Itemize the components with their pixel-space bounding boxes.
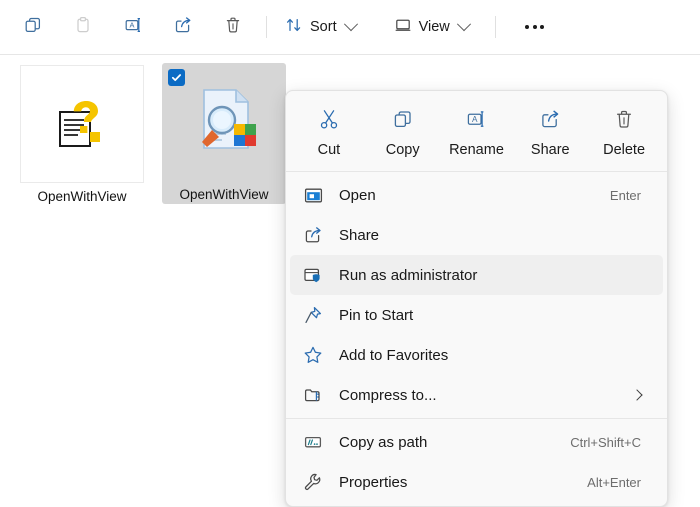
toolbar-view-button[interactable]: View [384,10,479,44]
help-document-icon [59,101,100,147]
zip-folder-icon [301,385,325,405]
toolbar-divider-2 [494,16,496,38]
share-icon [301,225,325,245]
svg-text:A: A [472,115,478,124]
context-item-label: Share [339,226,380,244]
file-name-label: OpenWithView [37,189,127,204]
context-delete-button[interactable]: Delete [592,103,656,162]
toolbar-see-more-button[interactable] [510,10,560,44]
copy-icon [23,15,43,40]
context-item-run-as-administrator[interactable]: Run as administrator [290,255,663,295]
context-copy-label: Copy [385,142,420,158]
context-item-label: Open [339,186,376,204]
context-rename-button[interactable]: A Rename [444,103,508,162]
view-icon [394,16,412,39]
context-item-shortcut: Alt+Enter [587,474,641,490]
context-item-label: Run as administrator [339,266,478,284]
explorer-toolbar: A Sort View [0,0,700,55]
context-cut-button[interactable]: Cut [297,103,361,162]
svg-text:A: A [129,20,134,29]
context-share-button[interactable]: Share [518,103,582,162]
rename-icon: A [465,108,488,135]
file-name-label: OpenWithView [179,187,269,202]
pin-icon [301,305,325,325]
context-item-label: Pin to Start [339,306,414,324]
toolbar-share-button[interactable] [158,10,208,44]
file-thumbnail [20,65,144,183]
context-item-label: Properties [339,473,408,491]
toolbar-view-label: View [418,19,450,35]
file-thumbnail [162,63,286,181]
context-item-compress-to[interactable]: Compress to... [290,375,663,415]
path-box-icon [301,432,325,452]
context-item-label: Copy as path [339,433,428,451]
delete-icon [223,15,243,40]
sort-icon [285,16,303,39]
chevron-down-icon [343,17,358,32]
context-item-label: Add to Favorites [339,346,449,364]
toolbar-copy-button[interactable] [8,10,58,44]
paste-icon [73,15,93,40]
rename-icon: A [123,15,144,40]
toolbar-sort-label: Sort [310,19,337,35]
context-item-open[interactable]: Open Enter [290,175,663,215]
context-item-label: Compress to... [339,386,437,404]
context-menu-separator [286,171,667,172]
context-item-add-to-favorites[interactable]: Add to Favorites [290,335,663,375]
star-icon [301,345,325,365]
context-menu-icon-row: Cut Copy A Rename Share Delete [286,95,667,168]
toolbar-sort-button[interactable]: Sort [275,10,366,44]
context-item-shortcut: Ctrl+Shift+C [570,434,641,450]
context-cut-label: Cut [317,142,341,158]
share-icon [173,15,193,40]
context-menu-separator [286,418,667,419]
ellipsis-icon [525,25,545,29]
context-item-properties[interactable]: Properties Alt+Enter [290,462,663,502]
context-menu[interactable]: Cut Copy A Rename Share Delete Open Ente… [285,90,668,507]
file-tile-openwithview-app[interactable]: OpenWithView [162,63,286,204]
trash-icon [613,108,635,135]
toolbar-delete-button[interactable] [208,10,258,44]
wrench-icon [301,472,325,492]
copy-icon [392,108,414,135]
toolbar-rename-button[interactable]: A [108,10,158,44]
openwithview-app-icon [202,89,256,149]
chevron-right-icon [631,389,643,401]
context-item-pin-to-start[interactable]: Pin to Start [290,295,663,335]
context-delete-label: Delete [603,142,646,158]
selection-checkbox[interactable] [168,69,185,86]
context-item-share[interactable]: Share [290,215,663,255]
toolbar-paste-button[interactable] [58,10,108,44]
context-item-copy-as-path[interactable]: Copy as path Ctrl+Shift+C [290,422,663,462]
context-copy-button[interactable]: Copy [371,103,435,162]
context-rename-label: Rename [449,142,504,158]
context-share-label: Share [530,142,570,158]
toolbar-divider-1 [266,16,267,38]
window-open-icon [301,186,325,205]
chevron-down-icon [456,17,471,32]
share-icon [539,108,561,135]
shield-window-icon [301,265,325,285]
file-tile-openwithview-help[interactable]: OpenWithView [20,65,144,204]
context-item-shortcut: Enter [609,187,641,203]
scissors-icon [318,108,340,135]
